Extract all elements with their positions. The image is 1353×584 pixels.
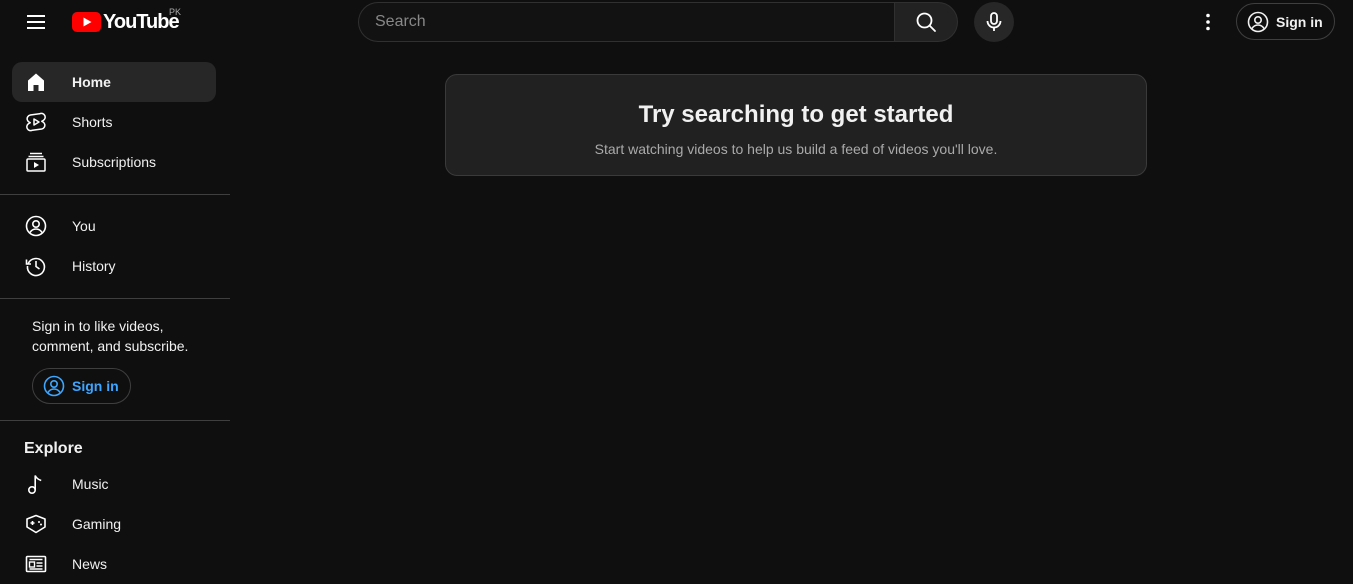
logo-wordmark: YouTube	[103, 10, 180, 33]
header-sign-in-button[interactable]: Sign in	[1236, 3, 1335, 40]
sidebar-divider	[0, 194, 230, 195]
sidebar-item-label: Gaming	[72, 516, 122, 532]
shorts-icon	[24, 110, 48, 134]
history-icon	[24, 254, 48, 278]
sign-in-label: Sign in	[1276, 13, 1323, 30]
sign-in-label: Sign in	[72, 378, 119, 394]
home-icon	[24, 70, 48, 94]
empty-feed-prompt-card: Try searching to get started Start watch…	[445, 74, 1147, 176]
top-bar: YouTube PK Sign in	[0, 0, 1353, 44]
search-input[interactable]	[358, 2, 894, 42]
sidebar-divider	[0, 298, 230, 299]
sidebar-item-label: Subscriptions	[72, 154, 157, 170]
sidebar-item-shorts[interactable]: Shorts	[12, 102, 216, 142]
voice-search-button[interactable]	[974, 2, 1014, 42]
sidebar-item-label: Home	[72, 74, 111, 90]
prompt-subtitle: Start watching videos to help us build a…	[594, 141, 998, 157]
explore-section-title: Explore	[24, 440, 83, 457]
subscriptions-icon	[24, 150, 48, 174]
hamburger-menu-icon	[27, 15, 45, 29]
sidebar-item-label: Music	[72, 476, 109, 492]
search-icon	[916, 12, 936, 32]
sidebar-item-subscriptions[interactable]: Subscriptions	[12, 142, 216, 182]
account-circle-icon	[1247, 11, 1269, 32]
sidebar-item-history[interactable]: History	[12, 246, 216, 286]
youtube-logo[interactable]: YouTube	[72, 10, 180, 34]
sidebar-divider	[0, 420, 230, 421]
account-icon	[24, 214, 48, 238]
sidebar-item-label: Shorts	[72, 114, 113, 130]
sidebar-item-music[interactable]: Music	[12, 464, 216, 504]
sidebar-item-label: News	[72, 556, 108, 572]
settings-more-button[interactable]	[1188, 2, 1228, 42]
more-vertical-icon	[1206, 13, 1210, 31]
sidebar-item-home[interactable]: Home	[12, 62, 216, 102]
sidebar-item-you[interactable]: You	[12, 206, 216, 246]
sidebar-item-gaming[interactable]: Gaming	[12, 504, 216, 544]
country-code: PK	[169, 7, 182, 17]
sidebar-item-news[interactable]: News	[12, 544, 216, 584]
gaming-icon	[24, 512, 48, 536]
sidebar-item-label: History	[72, 258, 116, 274]
account-circle-icon	[43, 375, 65, 397]
news-icon	[24, 552, 48, 576]
sign-in-prompt-text: Sign in to like videos, comment, and sub…	[32, 318, 189, 354]
music-icon	[24, 472, 48, 496]
microphone-icon	[986, 12, 1002, 31]
sidebar-item-label: You	[72, 218, 96, 234]
search-box	[358, 2, 958, 42]
search-button[interactable]	[894, 2, 958, 42]
prompt-title: Try searching to get started	[638, 101, 954, 128]
sidebar-sign-in-button[interactable]: Sign in	[32, 368, 131, 404]
guide-menu-button[interactable]	[16, 2, 56, 42]
guide-sidebar: Home Shorts Subscriptions You History Si…	[0, 56, 230, 580]
youtube-play-logo-icon	[72, 12, 101, 32]
